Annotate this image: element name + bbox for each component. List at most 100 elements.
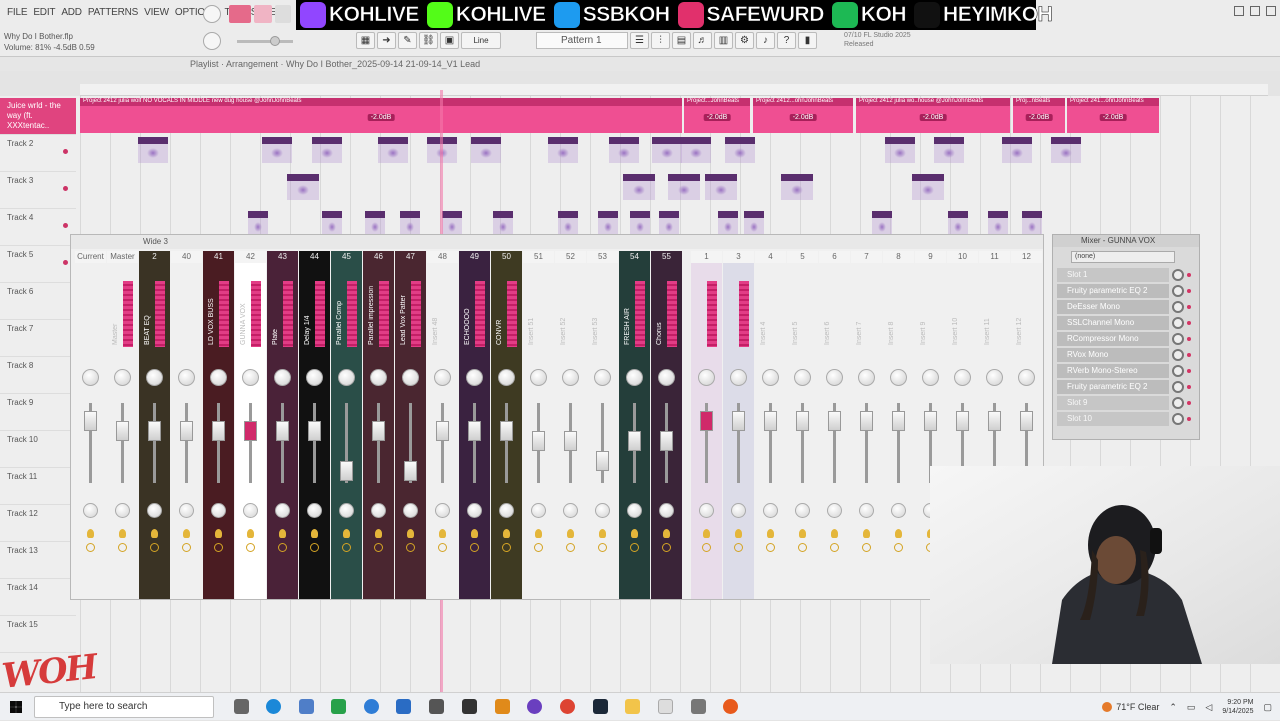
pan-knob[interactable] [698,369,715,386]
mic-icon[interactable]: ♪ [756,32,775,49]
pan-knob[interactable] [626,369,643,386]
route-icon[interactable] [438,543,447,552]
arrow-icon[interactable]: ➜ [377,32,396,49]
track-header[interactable]: Track 11 [0,468,76,505]
track-header[interactable]: Track 8 [0,357,76,394]
vocal-clip[interactable] [681,137,711,163]
weather-widget[interactable]: 71°F Clear [1102,702,1159,712]
mixer-strip[interactable]: 54 FRESH AIR [619,251,650,599]
fx-slot[interactable]: Fruity parametric EQ 2 [1057,379,1199,395]
fx-slot[interactable]: DeEsser Mono [1057,299,1199,315]
track-mute-dot[interactable] [63,260,68,265]
fx-enable-icon[interactable] [599,529,606,538]
fx-enable-icon[interactable] [119,529,126,538]
stereo-knob[interactable] [243,503,258,518]
record-icon[interactable] [203,5,221,23]
stereo-knob[interactable] [891,503,906,518]
stereo-knob[interactable] [147,503,162,518]
fx-slot[interactable]: SSLChannel Mono [1057,315,1199,331]
stereo-knob[interactable] [211,503,226,518]
mixer-strip[interactable]: 7 Insert 7 [851,251,882,599]
fx-slot[interactable]: Fruity parametric EQ 2 [1057,283,1199,299]
vocal-clip[interactable] [885,137,915,163]
track-header[interactable]: Track 15 [0,616,76,653]
notification-icon[interactable]: ▢ [1263,702,1272,713]
fx-enable-icon[interactable] [863,529,870,538]
stereo-knob[interactable] [659,503,674,518]
fx-enable-icon[interactable] [343,529,350,538]
route-icon[interactable] [406,543,415,552]
volume-fader[interactable] [468,421,481,441]
fx-enable-icon[interactable] [311,529,318,538]
menu-item-file[interactable]: FILE [4,7,30,18]
route-icon[interactable] [182,543,191,552]
pan-knob[interactable] [762,369,779,386]
pan-knob[interactable] [986,369,1003,386]
volume-fader-track[interactable] [185,403,188,483]
fx-enable-icon[interactable] [87,529,94,538]
audio-clip[interactable]: Project...JohnBeats -2.0dB [684,98,750,133]
fx-power-icon[interactable] [1172,269,1184,281]
volume-fader[interactable] [436,421,449,441]
vocal-clip[interactable] [378,137,408,163]
volume-fader[interactable] [956,411,969,431]
pan-knob[interactable] [530,369,547,386]
fx-enable-icon[interactable] [439,529,446,538]
pattern-selector[interactable]: Pattern 1 [536,32,628,49]
mixer-strip[interactable]: 51 Insert 51 [523,251,554,599]
pan-knob[interactable] [370,369,387,386]
network-icon[interactable]: ▭ [1187,702,1196,713]
audio-clip[interactable]: Project 2412...ohnJohnBeats -2.0dB [753,98,853,133]
fx-enable-icon[interactable] [703,529,710,538]
vocal-clip[interactable] [934,137,964,163]
media-icon[interactable] [462,699,477,714]
minimize-icon[interactable] [1234,6,1244,16]
pan-knob[interactable] [210,369,227,386]
route-icon[interactable] [894,543,903,552]
route-icon[interactable] [534,543,543,552]
route-icon[interactable] [702,543,711,552]
stereo-knob[interactable] [339,503,354,518]
route-icon[interactable] [246,543,255,552]
fx-enable-icon[interactable] [831,529,838,538]
mixer-strip[interactable]: 49 ECHOOOO [459,251,490,599]
fx-power-icon[interactable] [1172,285,1184,297]
fx-enable-icon[interactable] [279,529,286,538]
mixer-strip[interactable]: 4 Insert 4 [755,251,786,599]
fx-enable-icon[interactable] [151,529,158,538]
pan-knob[interactable] [1018,369,1035,386]
route-icon[interactable] [766,543,775,552]
stereo-knob[interactable] [403,503,418,518]
track-header[interactable]: Track 2 [0,135,76,172]
volume-fader[interactable] [764,411,777,431]
vocal-clip[interactable] [1002,137,1032,163]
track-header[interactable]: Track 14 [0,579,76,616]
tray-chevron-icon[interactable]: ⌃ [1169,702,1177,713]
chrome-icon[interactable] [560,699,575,714]
task-view-icon[interactable] [234,699,249,714]
stereo-knob[interactable] [763,503,778,518]
pencil-icon[interactable]: ✎ [398,32,417,49]
pan-knob[interactable] [922,369,939,386]
audio-clip[interactable]: Project 241...ohnJohnBeats -2.0dB [1067,98,1159,133]
help-icon[interactable]: ? [777,32,796,49]
volume-fader[interactable] [244,421,257,441]
browser-icon[interactable]: ▥ [714,32,733,49]
track-header[interactable]: Track 5 [0,246,76,283]
vocal-clip[interactable] [312,137,342,163]
tool-icon[interactable] [691,699,706,714]
volume-fader[interactable] [276,421,289,441]
vocal-clip[interactable] [1051,137,1081,163]
route-icon[interactable] [374,543,383,552]
menu-item-edit[interactable]: EDIT [30,7,58,18]
fx-enable-icon[interactable] [767,529,774,538]
copilot-icon[interactable] [299,699,314,714]
fx-enable-icon[interactable] [247,529,254,538]
preset-dropdown[interactable]: (none) [1071,251,1175,263]
volume-fader[interactable] [596,451,609,471]
volume-fader-track[interactable] [249,403,252,483]
fx-enable-icon[interactable] [535,529,542,538]
plugin-icon[interactable]: ⚙ [735,32,754,49]
mixer-icon[interactable]: ⫶ [651,32,670,49]
track-header[interactable]: Track 13 [0,542,76,579]
